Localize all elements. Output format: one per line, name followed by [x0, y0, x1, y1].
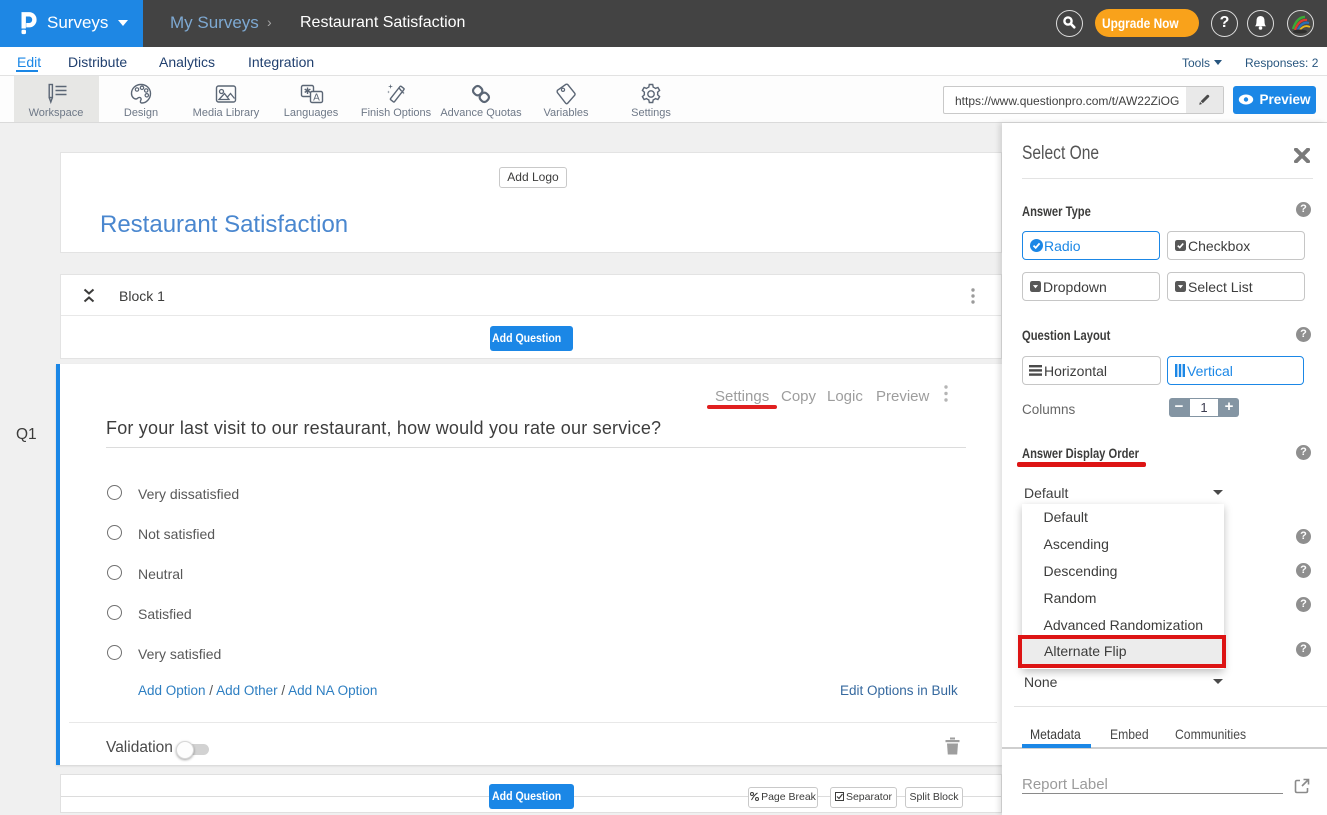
- svg-text:A: A: [313, 93, 320, 104]
